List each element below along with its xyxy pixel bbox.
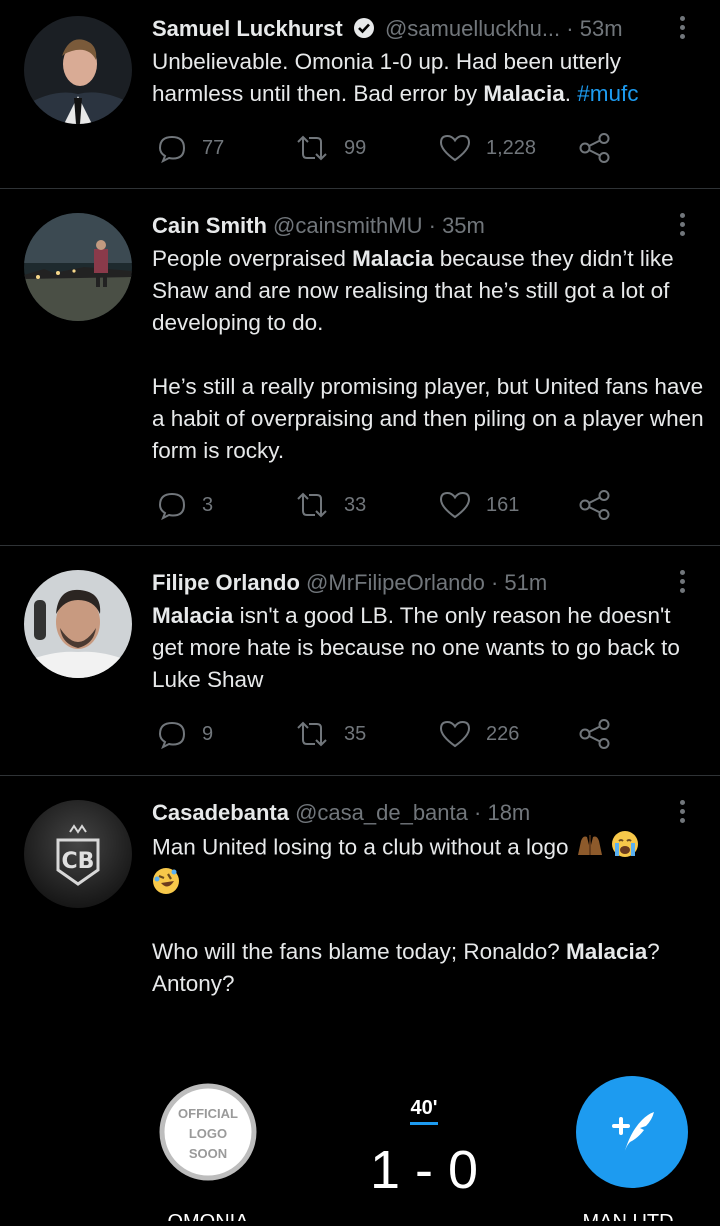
like-icon	[439, 491, 471, 519]
share-button[interactable]	[578, 714, 612, 754]
retweet-icon	[297, 492, 327, 518]
author-handle[interactable]: @cainsmithMU	[273, 213, 422, 238]
reply-icon	[158, 492, 186, 521]
reply-count: 9	[202, 722, 214, 745]
share-icon	[579, 719, 610, 749]
author-name[interactable]: Casadebanta	[152, 800, 289, 825]
avatar[interactable]	[24, 570, 132, 678]
more-icon[interactable]	[680, 16, 686, 43]
reply-button[interactable]: 9	[156, 714, 213, 754]
reply-button[interactable]: 77	[156, 128, 224, 168]
paragraph: People overpraised Malacia because they …	[152, 243, 704, 339]
like-icon	[439, 134, 471, 162]
avatar[interactable]	[24, 213, 132, 321]
keyword-highlight: Malacia	[152, 603, 234, 628]
avatar[interactable]: CB	[24, 800, 132, 908]
paragraph: He’s still a really promising player, bu…	[152, 374, 704, 463]
avatar-logo-text: CB	[62, 849, 95, 874]
author-name[interactable]: Cain Smith	[152, 213, 267, 238]
like-count: 226	[486, 722, 520, 745]
author-handle[interactable]: @MrFilipeOrlando	[306, 570, 485, 595]
tweet-3[interactable]: Filipe Orlando @MrFilipeOrlando · 51m Ma…	[0, 546, 720, 776]
tweet-actions: 9 35 226	[152, 714, 622, 754]
compose-icon	[612, 1112, 654, 1154]
timestamp[interactable]: · 18m	[474, 800, 530, 825]
tweet-2[interactable]: Cain Smith @cainsmithMU · 35m People ove…	[0, 189, 720, 546]
more-icon[interactable]	[680, 800, 686, 827]
tweet-text: Unbelievable. Omonia 1-0 up. Had been ut…	[152, 46, 704, 110]
timestamp[interactable]: · 51m	[491, 570, 547, 595]
match-score: 1 - 0	[370, 1140, 478, 1200]
text-segment: People overpraised	[152, 246, 353, 271]
more-icon[interactable]	[680, 213, 686, 240]
text-segment: Man United losing to a club without a lo…	[152, 834, 575, 860]
tweet-actions: 77 99 1,228	[152, 128, 622, 168]
like-button[interactable]: 161	[438, 485, 519, 525]
home-team-name: OMONIA	[167, 1211, 249, 1221]
retweet-button[interactable]: 35	[294, 714, 366, 754]
tweet-header: Casadebanta @casa_de_banta · 18m	[152, 800, 660, 826]
keyword-highlight: Malacia	[565, 939, 648, 964]
keyword-highlight: Malacia	[352, 246, 434, 271]
timestamp[interactable]: · 35m	[429, 213, 485, 238]
minute-underline	[410, 1122, 438, 1125]
author-name[interactable]: Filipe Orlando	[152, 570, 300, 595]
rolling-laughing-emoji-icon	[152, 867, 180, 904]
author-handle[interactable]: @casa_de_banta	[295, 800, 468, 825]
text-segment: Who will the fans blame today; Ronaldo?	[152, 939, 566, 964]
share-icon	[579, 490, 610, 520]
text-segment: .	[564, 81, 578, 106]
compose-tweet-button[interactable]	[576, 1076, 688, 1188]
keyword-highlight: Malacia	[483, 81, 565, 106]
retweet-count: 99	[344, 136, 367, 159]
timestamp[interactable]: · 53m	[566, 16, 622, 41]
retweet-count: 35	[344, 722, 367, 745]
tweet-header: Cain Smith @cainsmithMU · 35m	[152, 213, 660, 239]
reply-count: 3	[202, 493, 214, 516]
like-button[interactable]: 1,228	[438, 128, 536, 168]
reply-count: 77	[202, 136, 225, 159]
crying-face-emoji-icon	[611, 830, 639, 867]
clasped-hands-emoji-icon	[575, 831, 605, 866]
reply-button[interactable]: 3	[156, 485, 213, 525]
author-handle[interactable]: @samuelluckhu...	[385, 16, 560, 41]
tweet-actions: 3 33 161	[152, 485, 622, 525]
like-button[interactable]: 226	[438, 714, 519, 754]
more-icon[interactable]	[680, 570, 686, 597]
tweet-header: Samuel Luckhurst @samuelluckhu... · 53m	[152, 16, 660, 45]
home-logo-line-2: LOGO	[189, 1126, 227, 1141]
tweet-text: People overpraised Malacia because they …	[152, 243, 704, 467]
like-count: 161	[486, 493, 520, 516]
home-logo-line-3: SOON	[189, 1146, 227, 1161]
tweet-text: Man United losing to a club without a lo…	[152, 830, 704, 1000]
avatar[interactable]	[24, 16, 132, 124]
tweet-text: Malacia isn't a good LB. The only reason…	[152, 600, 704, 696]
reply-icon	[158, 135, 186, 164]
paragraph: Man United losing to a club without a lo…	[152, 830, 704, 904]
like-count: 1,228	[486, 136, 537, 159]
like-icon	[439, 720, 471, 748]
share-icon	[579, 133, 610, 163]
match-minute: 40'	[410, 1097, 437, 1119]
retweet-count: 33	[344, 493, 367, 516]
verified-icon	[353, 17, 375, 45]
retweet-button[interactable]: 99	[294, 128, 366, 168]
retweet-button[interactable]: 33	[294, 485, 366, 525]
hashtag-link[interactable]: #mufc	[577, 81, 638, 106]
retweet-icon	[297, 721, 327, 747]
author-name[interactable]: Samuel Luckhurst	[152, 16, 343, 41]
retweet-icon	[297, 135, 327, 161]
paragraph: Who will the fans blame today; Ronaldo? …	[152, 936, 704, 1000]
home-logo-line-1: OFFICIAL	[178, 1106, 238, 1121]
tweet-1[interactable]: Samuel Luckhurst @samuelluckhu... · 53m …	[0, 0, 720, 189]
reply-icon	[158, 721, 186, 750]
tweet-header: Filipe Orlando @MrFilipeOrlando · 51m	[152, 570, 660, 596]
away-team-name: MAN UTD	[582, 1211, 673, 1221]
share-button[interactable]	[578, 485, 612, 525]
share-button[interactable]	[578, 128, 612, 168]
